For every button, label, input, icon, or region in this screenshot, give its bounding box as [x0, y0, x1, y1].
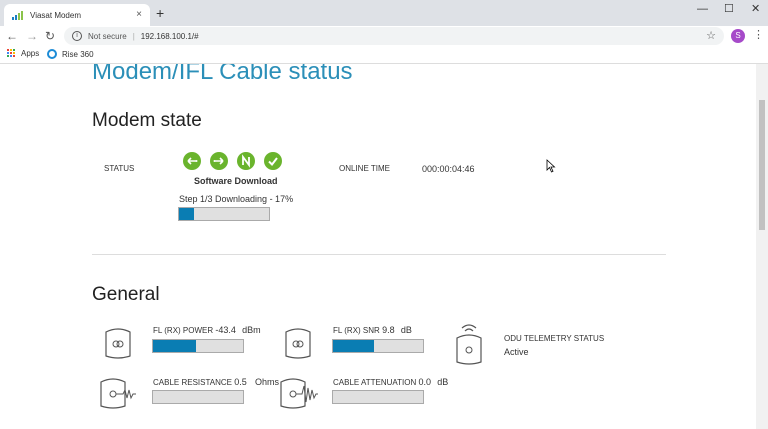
fl-rx-power-value: -43.4	[215, 325, 236, 335]
maximize-icon[interactable]: ☐	[724, 2, 734, 16]
forward-button[interactable]: →	[26, 28, 38, 44]
general-heading: General	[92, 284, 160, 305]
bookmark-star-icon[interactable]: ☆	[706, 29, 716, 42]
tab-title: Viasat Modem	[30, 10, 81, 20]
cable-attenuation-unit: dB	[437, 377, 449, 387]
download-step-text: Step 1/3 Downloading - 17%	[179, 194, 294, 204]
cable-attenuation-value: 0.0	[418, 377, 432, 387]
window-close-icon[interactable]: ✕	[751, 2, 760, 16]
cable-resistance-label: CABLE RESISTANCE	[153, 378, 232, 387]
cable-attenuation-label: CABLE ATTENUATION	[333, 378, 417, 387]
fl-rx-snr-label: FL (RX) SNR	[333, 326, 380, 335]
rise-360-icon	[47, 49, 57, 59]
fl-rx-snr-bar	[332, 339, 424, 353]
minimize-icon[interactable]: —	[697, 2, 708, 16]
bookmark-apps-label: Apps	[21, 49, 40, 58]
bookmark-rise-360[interactable]: Rise 360	[47, 49, 94, 59]
fl-rx-power-label: FL (RX) POWER	[153, 326, 214, 335]
viasat-favicon-icon	[12, 11, 23, 20]
apps-grid-icon	[7, 49, 16, 58]
reload-button[interactable]: ↻	[45, 28, 55, 44]
browser-toolbar: ← → ↻ i Not secure | 192.168.100.1/# ☆ S…	[0, 26, 768, 46]
check-icon	[264, 152, 282, 170]
not-secure-label: Not secure	[88, 31, 127, 41]
fl-rx-snr-unit: dB	[400, 325, 412, 335]
tab-close-icon[interactable]: ×	[136, 9, 142, 21]
online-time-label: ONLINE TIME	[339, 164, 390, 173]
mouse-cursor-icon	[546, 159, 556, 173]
address-bar[interactable]: i Not secure | 192.168.100.1/# ☆	[64, 27, 724, 45]
page-title: Modem/IFL Cable status	[92, 64, 353, 85]
info-icon[interactable]: i	[72, 31, 82, 41]
fl-rx-snr-value: 9.8	[382, 325, 395, 335]
bookmark-rise-label: Rise 360	[62, 49, 94, 59]
cable-attenuation-bar	[332, 390, 424, 404]
bookmark-apps[interactable]: Apps	[7, 49, 39, 58]
modem-state-heading: Modem state	[92, 110, 202, 131]
omnibox-separator: |	[132, 31, 135, 41]
new-tab-button[interactable]: +	[156, 5, 164, 21]
page-content: Modem/IFL Cable status Modem state STATU…	[0, 64, 768, 429]
browser-tab-bar: Viasat Modem × + — ☐ ✕	[0, 0, 768, 26]
cable-resistance-unit: Ohms	[254, 377, 279, 387]
upstream-signal-icon	[210, 152, 228, 170]
browser-tab[interactable]: Viasat Modem ×	[4, 4, 150, 26]
bookmarks-bar: Apps Rise 360	[0, 46, 768, 64]
cable-resistance-value: 0.5	[234, 377, 247, 387]
network-icon	[237, 152, 255, 170]
cable-resistance-bar	[152, 390, 244, 404]
odu-telemetry-icon	[456, 324, 482, 365]
scrollbar-thumb[interactable]	[759, 100, 765, 230]
fl-rx-power-unit: dBm	[242, 325, 261, 335]
status-label: STATUS	[104, 164, 135, 173]
url-text[interactable]: 192.168.100.1/#	[141, 32, 199, 41]
downstream-signal-icon	[183, 152, 201, 170]
cable-attenuation-icon	[280, 378, 318, 409]
back-button[interactable]: ←	[6, 28, 18, 44]
cable-resistance-icon	[100, 378, 136, 409]
modem-snr-icon	[285, 328, 311, 359]
online-time-value: 000:00:04:46	[422, 164, 475, 174]
section-divider	[92, 254, 666, 255]
status-icon-row	[183, 152, 282, 170]
download-progress-bar	[178, 207, 270, 221]
fl-rx-power-fill	[153, 340, 197, 352]
modem-power-icon	[105, 328, 131, 359]
odu-telemetry-value: Active	[504, 347, 529, 357]
download-progress-fill	[179, 208, 195, 220]
status-text: Software Download	[194, 176, 278, 186]
fl-rx-snr-fill	[333, 340, 374, 352]
cable-attenuation-row: CABLE ATTENUATION 0.0 dB	[333, 377, 448, 387]
fl-rx-power-bar	[152, 339, 244, 353]
profile-avatar[interactable]: S	[731, 29, 745, 43]
odu-telemetry-label: ODU TELEMETRY STATUS	[504, 334, 605, 343]
browser-menu-icon[interactable]: ⋮	[753, 28, 764, 41]
cable-resistance-row: CABLE RESISTANCE 0.5 Ohms	[153, 377, 279, 387]
fl-rx-power-row: FL (RX) POWER -43.4 dBm	[153, 325, 261, 335]
fl-rx-snr-row: FL (RX) SNR 9.8 dB	[333, 325, 412, 335]
